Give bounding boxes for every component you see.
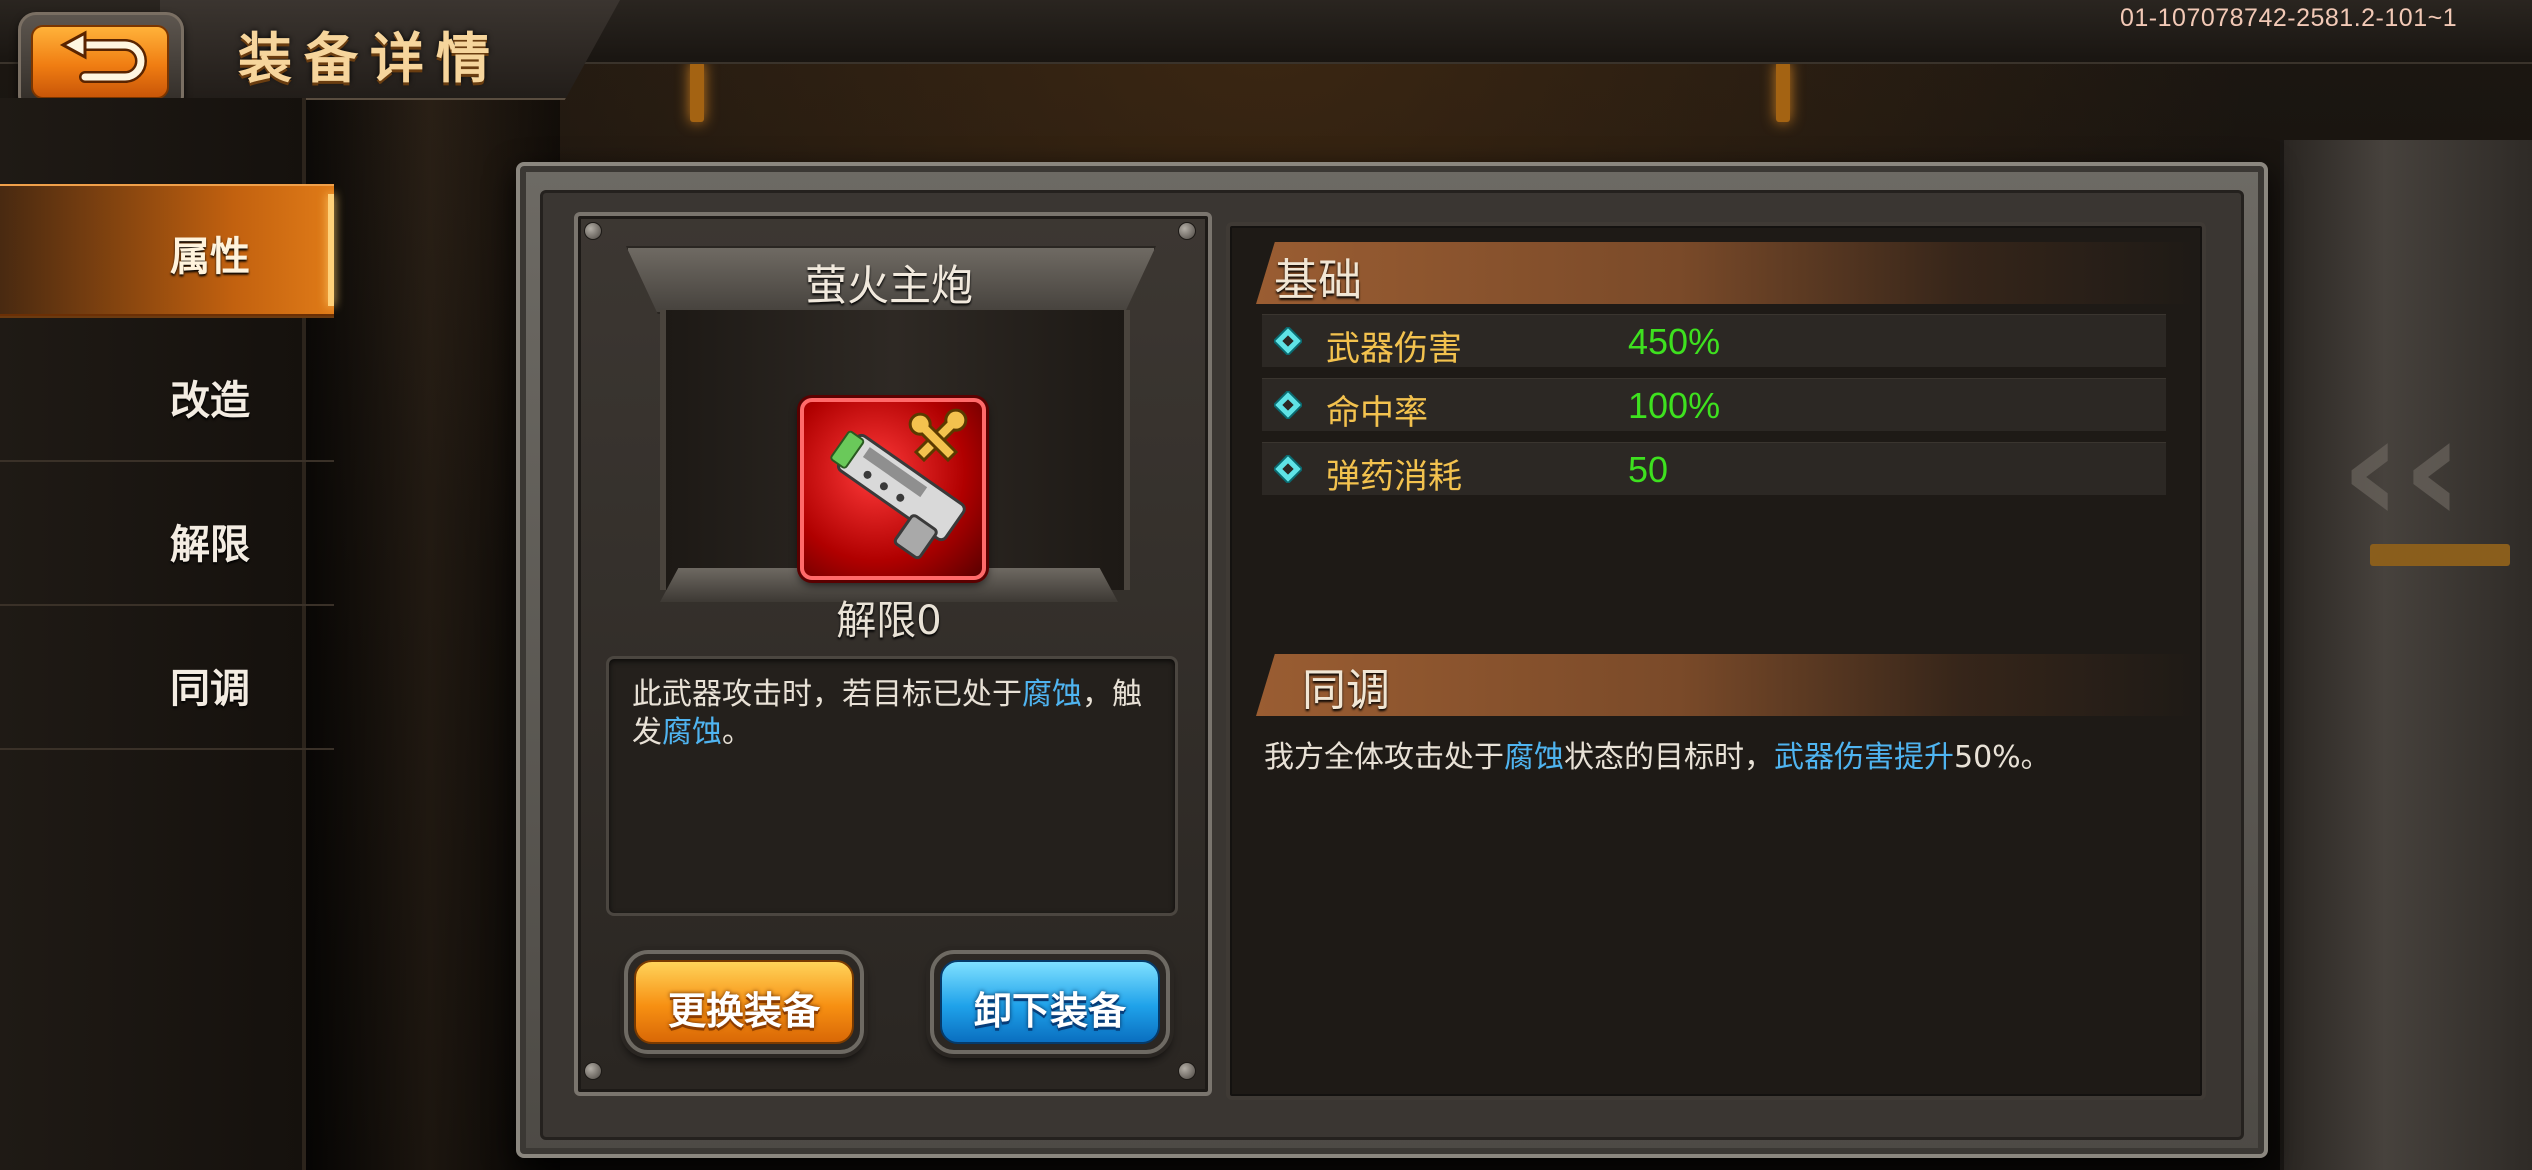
diamond-icon	[1274, 327, 1302, 355]
keyword-corrosion: 腐蚀	[1504, 740, 1564, 775]
sidebar-item-attributes[interactable]: 属性	[0, 184, 334, 318]
rivet	[1178, 222, 1196, 240]
change-equipment-label: 更换装备	[667, 989, 820, 1033]
keyword-corrosion: 腐蚀	[1022, 677, 1082, 712]
change-equipment-button[interactable]: 更换装备	[624, 950, 864, 1054]
diamond-icon	[1274, 455, 1302, 483]
unequip-label: 卸下装备	[973, 989, 1126, 1033]
wrench-icon	[908, 408, 968, 463]
unequip-button-face[interactable]: 卸下装备	[940, 960, 1160, 1044]
diamond-icon	[1274, 391, 1302, 419]
stat-value: 50	[1628, 449, 1669, 490]
keyword-weapon-damage-up: 武器伤害提升	[1774, 740, 1954, 775]
rivet	[584, 1062, 602, 1080]
back-button-face[interactable]	[31, 25, 169, 99]
sync-text: 状态的目标时，	[1564, 740, 1774, 775]
stat-row: 弹药消耗 50	[1262, 442, 2166, 497]
description-text: 此武器攻击时，若目标已处于	[632, 677, 1022, 712]
sync-text: 50%。	[1954, 740, 2051, 775]
background-light	[690, 62, 704, 122]
rivet	[1178, 1062, 1196, 1080]
section-header-basic	[1256, 242, 2196, 304]
section-title-sync: 同调	[1302, 665, 1390, 716]
sidebar-item-label: 同调	[170, 666, 250, 712]
build-id-text: 01-107078742-2581.2-101~1	[2120, 4, 2458, 32]
sidebar-item-modify[interactable]: 改造	[0, 328, 334, 462]
stat-value: 450%	[1628, 321, 1721, 362]
weapon-description: 此武器攻击时，若目标已处于腐蚀，触发腐蚀。	[632, 676, 1152, 752]
stat-row: 武器伤害 450%	[1262, 314, 2166, 369]
stat-row: 命中率 100%	[1262, 378, 2166, 433]
stat-name: 命中率	[1326, 393, 1428, 433]
weapon-name: 萤火主炮	[804, 261, 973, 310]
keyword-corrosion: 腐蚀	[662, 715, 722, 750]
background-light	[2370, 544, 2510, 566]
game-screen: ‹‹ 装备详情 01-107078742-2581.2-101~1 属性 改造 …	[0, 0, 2532, 1170]
chevron-left-icon: ‹‹	[2340, 383, 2464, 557]
description-text: 。	[722, 715, 752, 750]
limit-level-text: 解限0	[836, 598, 942, 644]
background-light	[1776, 62, 1790, 122]
stat-name: 武器伤害	[1326, 329, 1462, 369]
stat-name: 弹药消耗	[1326, 457, 1462, 497]
sidebar-item-label: 属性	[170, 234, 250, 280]
change-equipment-button-face[interactable]: 更换装备	[634, 960, 854, 1044]
background-door	[2280, 140, 2532, 1170]
sidebar-item-sync[interactable]: 同调	[0, 616, 334, 750]
rivet	[584, 222, 602, 240]
section-title-basic: 基础	[1274, 255, 1362, 306]
sidebar-item-label: 改造	[170, 378, 250, 424]
section-header-sync	[1256, 654, 2196, 716]
sync-text: 我方全体攻击处于	[1264, 740, 1504, 775]
back-arrow-icon	[59, 30, 147, 83]
page-title: 装备详情	[238, 27, 502, 90]
sync-description: 我方全体攻击处于腐蚀状态的目标时，武器伤害提升50%。	[1264, 738, 2184, 778]
stat-value: 100%	[1628, 385, 1721, 426]
sidebar-item-label: 解限	[170, 522, 250, 568]
sidebar-item-limit-break[interactable]: 解限	[0, 472, 334, 606]
unequip-button[interactable]: 卸下装备	[930, 950, 1170, 1054]
